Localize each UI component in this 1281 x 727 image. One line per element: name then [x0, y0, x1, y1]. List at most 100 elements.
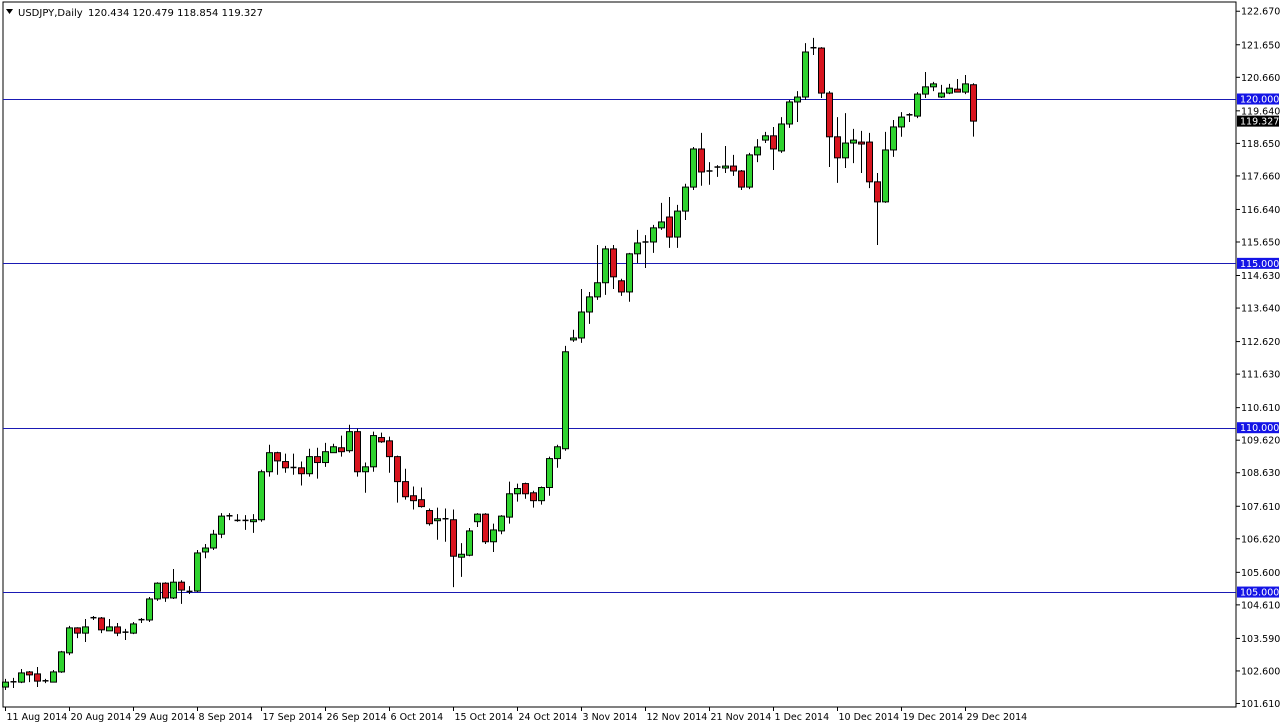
candle-body — [595, 283, 601, 297]
candle-body — [579, 312, 585, 338]
candle-body — [779, 124, 785, 151]
candle-body — [147, 599, 153, 620]
y-tick-label: 103.590 — [1241, 634, 1280, 645]
candle-body — [755, 147, 761, 155]
candle-body — [395, 457, 401, 482]
candle — [427, 509, 433, 526]
candle-body — [299, 468, 305, 474]
y-tick-label: 109.620 — [1241, 436, 1280, 447]
candle — [739, 170, 745, 190]
candle-body — [843, 143, 849, 158]
candle-body — [555, 447, 561, 459]
candle-body — [563, 352, 569, 449]
y-tick-label: 114.630 — [1241, 271, 1280, 282]
candle-body — [771, 136, 777, 149]
candle — [499, 515, 505, 534]
candle-body — [19, 673, 25, 682]
candle-body — [315, 457, 321, 463]
candle-body — [723, 166, 729, 168]
candle-body — [323, 452, 329, 463]
candle-body — [99, 618, 105, 630]
candle-body — [419, 500, 425, 507]
candle-body — [939, 93, 945, 97]
candle-body — [747, 155, 753, 187]
candle-body — [571, 338, 577, 340]
candle-body — [83, 627, 89, 633]
candle-body — [539, 488, 545, 501]
current-price-label: 119.327 — [1240, 117, 1279, 128]
level-price-label: 120.000 — [1240, 95, 1279, 106]
candle-body — [387, 441, 393, 457]
candle-body — [523, 484, 529, 494]
candle-body — [467, 531, 473, 555]
candlestick-chart[interactable]: USDJPY,Daily 120.434 120.479 118.854 119… — [0, 0, 1281, 727]
y-tick-label: 120.660 — [1241, 73, 1280, 84]
candle-body — [867, 142, 873, 182]
candle-body — [499, 516, 505, 531]
candle-body — [859, 142, 865, 144]
y-tick-label: 107.610 — [1241, 502, 1280, 513]
x-tick-label: 24 Oct 2014 — [519, 712, 578, 723]
level-price-label: 110.000 — [1240, 423, 1279, 434]
candle-body — [203, 548, 209, 552]
candle-body — [891, 127, 897, 150]
x-tick-label: 17 Sep 2014 — [263, 712, 323, 723]
y-tick-label: 106.620 — [1241, 534, 1280, 545]
candle-body — [683, 187, 689, 211]
y-tick-label: 101.610 — [1241, 699, 1280, 710]
candle-body — [219, 516, 225, 534]
candle-body — [195, 553, 201, 591]
y-tick-label: 112.620 — [1241, 337, 1280, 348]
candle-body — [107, 627, 113, 631]
candle — [355, 429, 361, 477]
candle-body — [619, 281, 625, 292]
candle-body — [547, 459, 553, 488]
candle-body — [651, 228, 657, 242]
candle-body — [659, 222, 665, 228]
candle — [563, 346, 569, 451]
candle-body — [851, 140, 857, 143]
candle — [259, 470, 265, 522]
candle-body — [403, 482, 409, 497]
x-tick-label: 21 Nov 2014 — [711, 712, 772, 723]
y-tick-label: 105.600 — [1241, 568, 1280, 579]
y-tick-label: 111.630 — [1241, 370, 1280, 381]
candle — [59, 651, 65, 673]
y-tick-label: 122.670 — [1241, 7, 1280, 18]
price-axis: 122.670121.650120.660119.640118.650117.6… — [1236, 7, 1280, 710]
candle-body — [427, 511, 433, 524]
y-tick-label: 108.630 — [1241, 468, 1280, 479]
candle-body — [667, 217, 673, 237]
candle-body — [27, 672, 33, 675]
candle-body — [331, 447, 337, 453]
candle-body — [171, 582, 177, 598]
candle — [67, 626, 73, 655]
x-tick-label: 29 Dec 2014 — [967, 712, 1028, 723]
candle-body — [971, 85, 977, 121]
candle-body — [787, 102, 793, 124]
level-price-label: 105.000 — [1240, 588, 1279, 599]
candle-body — [283, 462, 289, 468]
ohlc-readout: 120.434 120.479 118.854 119.327 — [88, 8, 263, 19]
candle-body — [259, 472, 265, 520]
candle-body — [51, 672, 57, 682]
candle-body — [899, 117, 905, 127]
candle-body — [179, 582, 185, 590]
candle-body — [835, 137, 841, 158]
candle-body — [795, 97, 801, 102]
candle — [483, 513, 489, 544]
candle-body — [251, 520, 257, 522]
candle-body — [451, 520, 457, 556]
candle-body — [915, 94, 921, 116]
candle-body — [531, 493, 537, 501]
candle-body — [819, 48, 825, 93]
x-tick-label: 26 Sep 2014 — [327, 712, 387, 723]
y-tick-label: 116.640 — [1241, 205, 1280, 216]
candle-body — [371, 436, 377, 467]
candle-body — [339, 448, 345, 452]
x-tick-label: 8 Sep 2014 — [199, 712, 253, 723]
candle — [131, 622, 137, 634]
candle-body — [731, 166, 737, 171]
candle-body — [611, 249, 617, 277]
candle-body — [627, 254, 633, 292]
